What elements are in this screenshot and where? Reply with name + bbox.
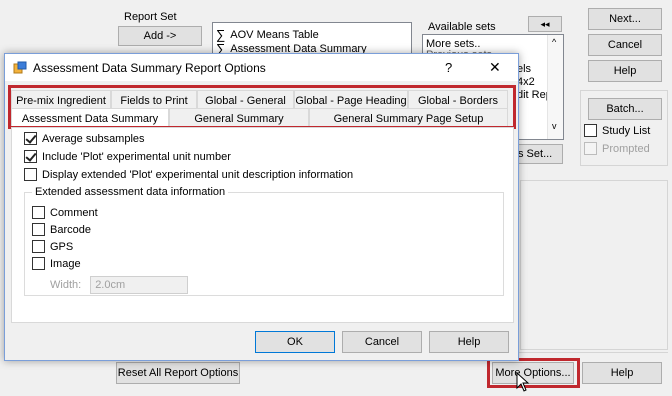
mouse-cursor-icon [516, 372, 530, 392]
barcode-option[interactable]: Barcode [32, 223, 91, 236]
option-label: Include 'Plot' experimental unit number [42, 150, 231, 163]
scrollbar[interactable]: ^ v [547, 35, 563, 139]
report-item-label: AOV Means Table [230, 28, 319, 41]
prompted-label: Prompted [602, 142, 650, 155]
batch-button[interactable]: Batch... [588, 98, 662, 120]
sigma-icon: ∑ [216, 27, 226, 42]
help-icon[interactable]: ? [445, 60, 452, 75]
dialog-title: Assessment Data Summary Report Options [33, 60, 266, 75]
app-icon [13, 61, 27, 73]
reset-all-report-options-button[interactable]: Reset All Report Options [116, 362, 240, 384]
checkbox[interactable] [32, 206, 45, 219]
dialog-title-bar[interactable]: Assessment Data Summary Report Options ?… [5, 54, 518, 81]
tab-row-back: Pre-mix Ingredient Fields to Print Globa… [11, 90, 508, 110]
dialog-help-button[interactable]: Help [429, 331, 509, 353]
lower-panel [520, 180, 668, 350]
scroll-up-icon[interactable]: ^ [552, 37, 556, 47]
option-label: Barcode [50, 223, 91, 236]
help-button-bottom[interactable]: Help [582, 362, 662, 384]
tab-global-general[interactable]: Global - General [197, 90, 294, 110]
ok-button[interactable]: OK [255, 331, 335, 353]
checkbox [584, 142, 597, 155]
checkbox[interactable] [24, 132, 37, 145]
option-label: Image [50, 257, 81, 270]
checkbox[interactable] [24, 168, 37, 181]
tab-fields-to-print[interactable]: Fields to Print [111, 90, 197, 110]
list-item[interactable]: els [517, 63, 531, 75]
average-subsamples-option[interactable]: Average subsamples [24, 132, 145, 145]
dialog-cancel-button[interactable]: Cancel [342, 331, 422, 353]
cancel-button[interactable]: Cancel [588, 34, 662, 56]
tab-page: Average subsamples Include 'Plot' experi… [11, 127, 514, 323]
width-label: Width: [50, 279, 82, 291]
width-row: Width: 2.0cm [50, 276, 189, 294]
image-option[interactable]: Image [32, 257, 81, 270]
scroll-down-icon[interactable]: v [552, 121, 557, 131]
next-button[interactable]: Next... [588, 8, 662, 30]
option-label: Average subsamples [42, 132, 145, 145]
more-options-button[interactable]: More Options... [492, 362, 574, 384]
help-button[interactable]: Help [588, 60, 662, 82]
comment-option[interactable]: Comment [32, 206, 98, 219]
tab-global-borders[interactable]: Global - Borders [408, 90, 508, 110]
tab-pre-mix-ingredient[interactable]: Pre-mix Ingredient [11, 90, 111, 110]
prompted-checkbox: Prompted [584, 142, 650, 155]
tab-global-page-heading[interactable]: Global - Page Heading [294, 90, 408, 110]
checkbox[interactable] [32, 257, 45, 270]
display-extended-plot-option[interactable]: Display extended 'Plot' experimental uni… [24, 168, 353, 181]
list-item[interactable]: ∑ AOV Means Table [216, 27, 319, 42]
tab-general-summary-page-setup[interactable]: General Summary Page Setup [309, 108, 508, 128]
report-set-label: Report Set [122, 11, 179, 23]
checkbox[interactable] [584, 124, 597, 137]
checkbox[interactable] [24, 150, 37, 163]
assessment-data-summary-report-options-dialog: Assessment Data Summary Report Options ?… [4, 53, 519, 361]
option-label: Comment [50, 206, 98, 219]
close-icon[interactable]: ✕ [489, 59, 501, 76]
include-plot-number-option[interactable]: Include 'Plot' experimental unit number [24, 150, 231, 163]
add-button[interactable]: Add -> [118, 26, 202, 46]
tab-assessment-data-summary[interactable]: Assessment Data Summary [11, 108, 169, 128]
available-sets-label: Available sets [426, 21, 498, 33]
tab-row-front: Assessment Data Summary General Summary … [11, 108, 508, 128]
checkbox[interactable] [32, 240, 45, 253]
list-item[interactable]: 4x2 [517, 76, 535, 88]
study-list-checkbox[interactable]: Study List [584, 124, 650, 137]
option-label: Display extended 'Plot' experimental uni… [42, 168, 354, 181]
gps-option[interactable]: GPS [32, 240, 73, 253]
option-label: GPS [50, 240, 74, 253]
study-list-label: Study List [602, 124, 651, 137]
width-field: 2.0cm [90, 276, 189, 294]
collapse-button[interactable]: ◂◂ [528, 16, 562, 32]
extended-info-group-label: Extended assessment data information [32, 186, 229, 198]
tab-general-summary[interactable]: General Summary [169, 108, 309, 128]
checkbox[interactable] [32, 223, 45, 236]
